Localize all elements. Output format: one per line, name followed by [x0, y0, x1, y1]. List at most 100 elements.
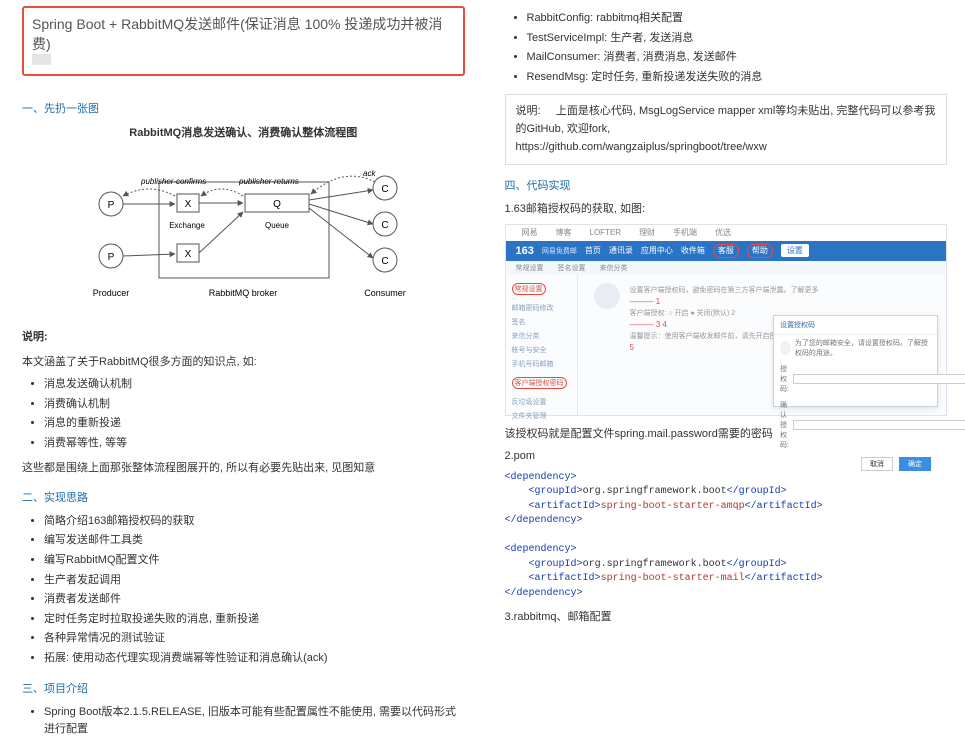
sidebar-item[interactable]: 来信分类 [512, 331, 571, 341]
tab: 手机端 [673, 227, 697, 238]
list-item: 定时任务定时拉取投递失败的消息, 重新投递 [44, 611, 465, 629]
list-item: 消息发送确认机制 [44, 376, 465, 394]
sidebar-item[interactable]: 文件夹管理 [512, 411, 571, 421]
exchange-x-2: X [185, 249, 192, 260]
consumer-c-3: C [382, 256, 389, 267]
screenshot-163: 网易 博客 LOFTER 理财 手机端 优选 163 网易免费邮 首页 通讯录 … [505, 224, 948, 416]
step-1: 1.63邮箱授权码的获取, 如图: [505, 201, 948, 218]
avatar-icon [594, 283, 620, 309]
desc-label: 说明: [22, 329, 465, 346]
broker-label: RabbitMQ broker [209, 288, 278, 298]
main-panel: 设置客户端授权码，避免密码在第三方客户端泄露。了解更多 ——— 1 客户端授权:… [578, 275, 947, 415]
subnav-item[interactable]: 常规设置 [516, 263, 544, 273]
pubreturns-label: publisher-returns [238, 177, 299, 186]
list-item: 消费确认机制 [44, 396, 465, 414]
main-line: 设置客户端授权码，避免密码在第三方客户端泄露。了解更多 [630, 285, 819, 295]
page-title: Spring Boot + RabbitMQ发送邮件(保证消息 100% 投递成… [22, 6, 465, 76]
sidebar-item[interactable]: 常规设置 [512, 283, 546, 295]
list-item: TestServiceImpl: 生产者, 发送消息 [527, 30, 948, 48]
brand-163: 163 [516, 245, 534, 257]
note-label: 说明: [516, 105, 541, 117]
producer-label: Producer [93, 288, 130, 298]
section-3-heading: 三、项目介绍 [22, 680, 465, 696]
nav-ring[interactable]: 帮助 [747, 244, 773, 258]
queue-q: Q [273, 199, 281, 210]
subnav-item[interactable]: 来信分类 [600, 263, 628, 273]
queue-label: Queue [265, 221, 290, 230]
section-1-heading: 一、先扔一张图 [22, 100, 465, 116]
list-item: MailConsumer: 消费者, 消费消息, 发送邮件 [527, 49, 948, 67]
pom-code: <dependency> <groupId>org.springframewor… [505, 471, 948, 602]
consumer-c-1: C [382, 184, 389, 195]
list-item: 拓展: 使用动态代理实现消费端幂等性验证和消息确认(ack) [44, 650, 465, 668]
tab: LOFTER [590, 228, 622, 237]
title-fade: ███ [32, 54, 455, 64]
list-item: 各种异常情况的测试验证 [44, 630, 465, 648]
tab: 博客 [556, 227, 572, 238]
exchange-x-1: X [185, 199, 192, 210]
proj-list: Spring Boot版本2.1.5.RELEASE, 旧版本可能有些配置属性不… [22, 704, 465, 739]
step-3: 3.rabbitmq、邮箱配置 [505, 609, 948, 626]
list-item: 生产者发起调用 [44, 572, 465, 590]
consumer-c-2: C [382, 220, 389, 231]
subnav-item[interactable]: 签名设置 [558, 263, 586, 273]
note-url: https://github.com/wangzaiplus/springboo… [516, 141, 767, 153]
nav-item-active[interactable]: 设置 [781, 244, 809, 257]
desc-intro: 本文涵盖了关于RabbitMQ很多方面的知识点, 如: [22, 354, 465, 371]
brand-sub: 网易免费邮 [542, 246, 577, 256]
list-item: 编写发送邮件工具类 [44, 532, 465, 550]
list-item: Spring Boot版本2.1.5.RELEASE, 旧版本可能有些配置属性不… [44, 704, 465, 739]
sidebar-item[interactable]: 反垃圾设置 [512, 397, 571, 407]
list-item: ResendMsg: 定时任务, 重新投递发送失败的消息 [527, 69, 948, 87]
desc-list: 消息发送确认机制 消费确认机制 消息的重新投递 消费幂等性, 等等 [22, 376, 465, 452]
impl-list: 简略介绍163邮箱授权码的获取 编写发送邮件工具类 编写RabbitMQ配置文件… [22, 513, 465, 668]
sidebar-item[interactable]: 邮箱密码修改 [512, 303, 571, 313]
nav-item[interactable]: 首页 [585, 245, 601, 256]
producer-p-2: P [108, 252, 115, 263]
nav-item[interactable]: 应用中心 [641, 245, 673, 256]
nav-item[interactable]: 通讯录 [609, 245, 633, 256]
list-item: 简略介绍163邮箱授权码的获取 [44, 513, 465, 531]
sidebar-item[interactable]: 手机号码邮箱 [512, 359, 571, 369]
list-item: RabbitConfig: rabbitmq相关配置 [527, 10, 948, 28]
sidebar-item[interactable]: 签名 [512, 317, 571, 327]
tab: 理财 [639, 227, 655, 238]
lock-icon [780, 341, 791, 355]
sidebar-item-auth[interactable]: 客户端授权密码 [512, 377, 567, 389]
nav-ring[interactable]: 客服 [713, 244, 739, 258]
popup-row-label: 确认授权码: [780, 400, 789, 450]
section-2-heading: 二、实现思路 [22, 489, 465, 505]
note-block: 说明: 上面是核心代码, MsgLogService mapper xml等均未… [505, 94, 948, 165]
list-item: 消息的重新投递 [44, 415, 465, 433]
cancel-button[interactable]: 取消 [861, 457, 893, 471]
list-item: 编写RabbitMQ配置文件 [44, 552, 465, 570]
arrow-1: ——— 1 [630, 297, 819, 306]
ack-label: ack [363, 169, 376, 178]
auth-code-confirm-input[interactable] [793, 420, 965, 430]
ok-button[interactable]: 确定 [899, 457, 931, 471]
note-body: 上面是核心代码, MsgLogService mapper xml等均未贴出, … [516, 105, 936, 135]
consumer-label: Consumer [364, 288, 406, 298]
config-list: RabbitConfig: rabbitmq相关配置 TestServiceIm… [505, 10, 948, 86]
pubconfirms-label: publisher-confirms [140, 177, 206, 186]
section-4-heading: 四、代码实现 [505, 177, 948, 193]
mail-subnav: 常规设置 签名设置 来信分类 [506, 261, 947, 275]
browser-tabline: 网易 博客 LOFTER 理财 手机端 优选 [506, 225, 947, 241]
tab: 网易 [522, 227, 538, 238]
popup-row-label: 授权码: [780, 364, 789, 394]
sidebar-item[interactable]: 帐号与安全 [512, 345, 571, 355]
popup-title: 设置授权码 [774, 316, 937, 335]
diagram-title: RabbitMQ消息发送确认、消费确认整体流程图 [22, 124, 465, 140]
title-text: Spring Boot + RabbitMQ发送邮件(保证消息 100% 投递成… [32, 16, 442, 52]
list-item: 消费者发送邮件 [44, 591, 465, 609]
tab: 优选 [715, 227, 731, 238]
sidebar: 常规设置 邮箱密码修改 签名 来信分类 帐号与安全 手机号码邮箱 客户端授权密码… [506, 275, 578, 415]
nav-item[interactable]: 收件箱 [681, 245, 705, 256]
exchange-label: Exchange [169, 221, 205, 230]
list-item: 消费幂等性, 等等 [44, 435, 465, 453]
diagram: RabbitMQ消息发送确认、消费确认整体流程图 X X Q Exchange … [22, 124, 465, 319]
auth-popup: 设置授权码 为了您的邮箱安全，请设置授权码。了解授权码的用途。 授权码: 确认授… [773, 315, 938, 407]
mail-nav: 163 网易免费邮 首页 通讯录 应用中心 收件箱 客服 帮助 设置 [506, 241, 947, 261]
auth-code-input[interactable] [793, 374, 965, 384]
desc-tail: 这些都是围绕上面那张整体流程图展开的, 所以有必要先贴出来, 见图知意 [22, 460, 465, 477]
